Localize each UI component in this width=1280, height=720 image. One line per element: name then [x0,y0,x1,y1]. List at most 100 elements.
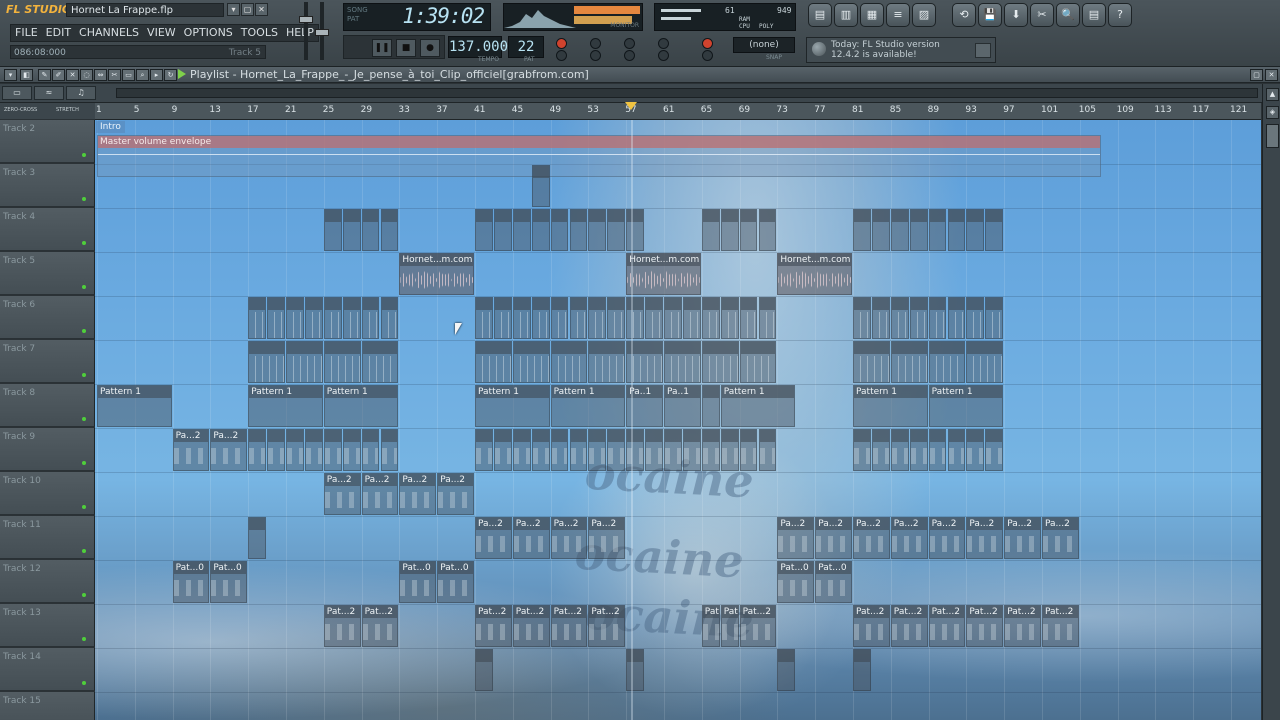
track-mute-led-icon[interactable] [82,417,86,421]
vertical-scrollbar[interactable]: ▲ ◈ [1262,84,1280,720]
news-panel[interactable]: Today: FL Studio version 12.4.2 is avail… [806,37,996,63]
scroll-up-icon[interactable]: ▲ [1266,88,1279,101]
close-icon[interactable]: ✕ [1265,69,1278,81]
master-volume-slider[interactable] [299,2,313,60]
pattern-clip[interactable] [475,649,493,691]
pattern-clip[interactable]: Pa...2 [210,429,248,471]
zoom-tool-icon[interactable]: ⌕ [136,69,149,81]
minimize-icon[interactable]: ▾ [227,3,240,16]
pattern-clip[interactable] [682,429,701,471]
metronome-icon[interactable] [590,38,601,49]
pattern-clip[interactable] [871,209,890,251]
pattern-clip[interactable] [475,341,512,383]
menu-channels[interactable]: CHANNELS [75,25,143,41]
pattern-clip[interactable] [682,297,701,339]
pattern-clip[interactable] [947,297,966,339]
notes-icon[interactable]: ▤ [1082,3,1106,27]
pattern-clip[interactable]: Pat...0 [437,561,474,603]
pattern-clip[interactable] [720,429,739,471]
slice-tool-icon[interactable]: ✂ [108,69,121,81]
pattern-clip[interactable] [531,165,550,207]
playhead-line[interactable] [631,120,633,720]
track-header[interactable]: Track 3 [0,164,95,207]
pattern-selector[interactable]: 22 [508,36,544,58]
track-mute-led-icon[interactable] [82,285,86,289]
pattern-clip[interactable] [304,429,323,471]
pattern-clip[interactable]: Pa...2 [1042,517,1079,559]
pattern-clip[interactable] [928,209,947,251]
pattern-clip[interactable] [985,209,1004,251]
pattern-clip[interactable] [607,209,626,251]
pattern-clip[interactable] [323,209,342,251]
pattern-clip[interactable] [909,209,928,251]
pattern-clip[interactable] [739,341,777,383]
pattern-clip[interactable] [947,209,966,251]
pattern-clip[interactable] [607,429,626,471]
pause-button[interactable]: ❚❚ [372,39,392,57]
track-mute-led-icon[interactable] [82,373,86,377]
pattern-clip[interactable]: Pattern 1 [853,385,928,427]
pattern-clip[interactable] [248,517,267,559]
audio-link-icon[interactable] [702,50,713,61]
delete-tool-icon[interactable]: ✕ [66,69,79,81]
pattern-clip[interactable] [342,209,361,251]
pattern-clip[interactable]: Pat...2 [853,605,890,647]
pattern-clip[interactable]: Pa...2 [853,517,890,559]
pattern-clip[interactable] [909,429,928,471]
pattern-clip[interactable] [739,429,758,471]
pattern-clip[interactable] [853,649,871,691]
pattern-clip[interactable]: Pat...0 [815,561,852,603]
pattern-clip[interactable] [739,209,758,251]
pattern-clip[interactable] [361,341,399,383]
pattern-clip[interactable] [493,209,512,251]
track-header[interactable]: Track 11 [0,516,95,559]
volume-knob[interactable] [299,16,313,23]
mixer-icon[interactable]: ≡ [886,3,910,27]
menu-options[interactable]: OPTIONS [180,25,237,41]
pattern-clip[interactable] [361,209,380,251]
pattern-clip[interactable] [701,297,720,339]
playlist-menu-icon[interactable]: ▾ [4,69,17,81]
pattern-clip[interactable] [267,429,285,471]
pattern-clip[interactable] [890,429,909,471]
pattern-clip[interactable] [909,297,928,339]
paint-tool-icon[interactable]: ✐ [52,69,65,81]
pattern-clip[interactable] [512,209,531,251]
pattern-clip[interactable] [380,429,399,471]
browser-icon[interactable]: ▨ [912,3,936,27]
pattern-clip[interactable] [569,297,588,339]
track-header[interactable]: Track 5 [0,252,95,295]
pattern-clip[interactable] [777,649,796,691]
pattern-clip[interactable]: Pat...2 [890,605,928,647]
menu-tools[interactable]: TOOLS [237,25,282,41]
pattern-clip[interactable]: Pa...2 [512,517,550,559]
news-expand-button[interactable] [975,43,991,58]
channel-rack-icon[interactable]: ▦ [860,3,884,27]
pattern-clip[interactable] [626,209,645,251]
track-mute-led-icon[interactable] [82,329,86,333]
pattern-clip[interactable] [928,341,966,383]
record-button[interactable]: ● [420,39,440,57]
pattern-clip[interactable] [664,297,682,339]
mute-tool-icon[interactable]: ◌ [80,69,93,81]
pattern-clip[interactable] [512,341,550,383]
track-header[interactable]: Track 10 [0,472,95,515]
pattern-clip[interactable] [380,297,399,339]
pattern-clip[interactable] [701,341,739,383]
scroll-thumb[interactable] [1266,124,1279,148]
pattern-clip[interactable] [475,429,493,471]
horizontal-scrollbar[interactable] [116,88,1258,98]
loop-record-icon[interactable] [658,50,669,61]
pattern-clip[interactable]: Pattern 1 [97,385,172,427]
pattern-clip[interactable] [890,209,909,251]
snap-magnet-icon[interactable]: ◧ [20,69,33,81]
track-header[interactable]: Track 13 [0,604,95,647]
pattern-clip[interactable] [475,209,493,251]
pattern-clip[interactable] [550,209,569,251]
track-header[interactable]: Track 15 [0,692,95,720]
pattern-clip[interactable] [588,297,607,339]
pattern-clip[interactable]: Pa...2 [361,473,399,515]
pattern-clip[interactable] [664,429,682,471]
pattern-clip[interactable] [720,297,739,339]
pattern-clip[interactable] [512,297,531,339]
